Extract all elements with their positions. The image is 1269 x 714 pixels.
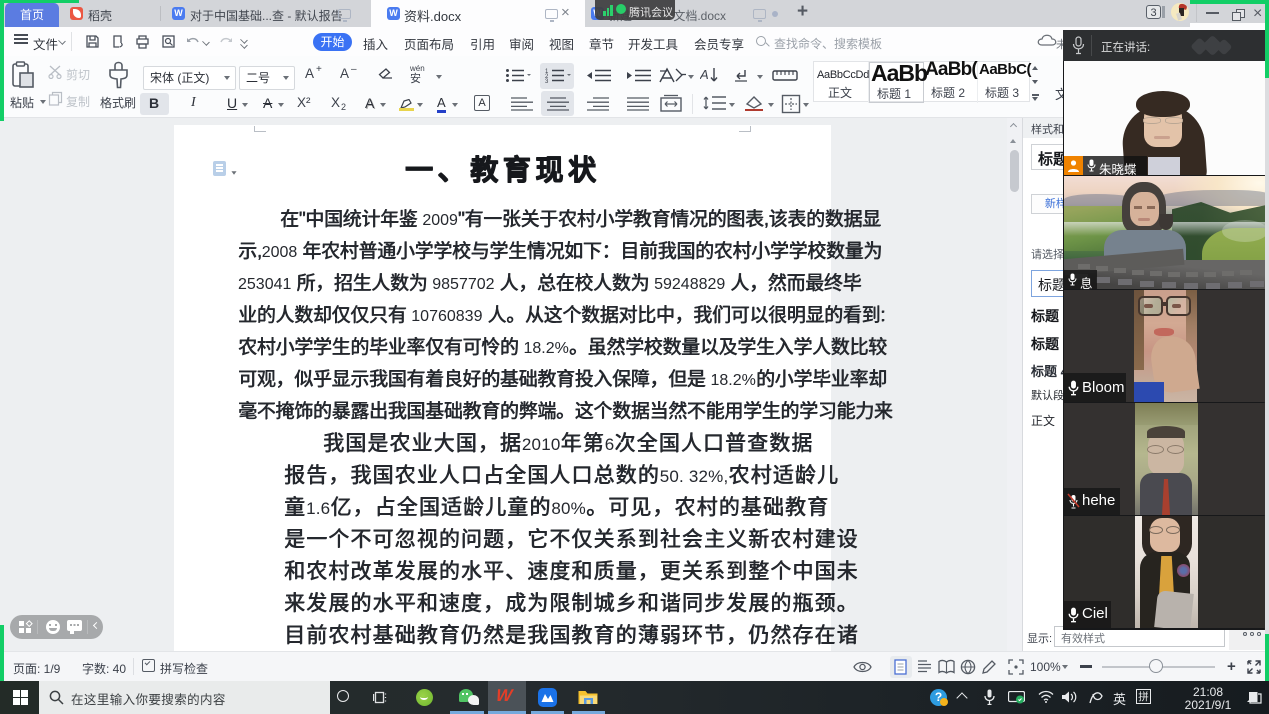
svg-text:3: 3 xyxy=(545,79,549,83)
svg-text:A: A xyxy=(700,67,709,82)
